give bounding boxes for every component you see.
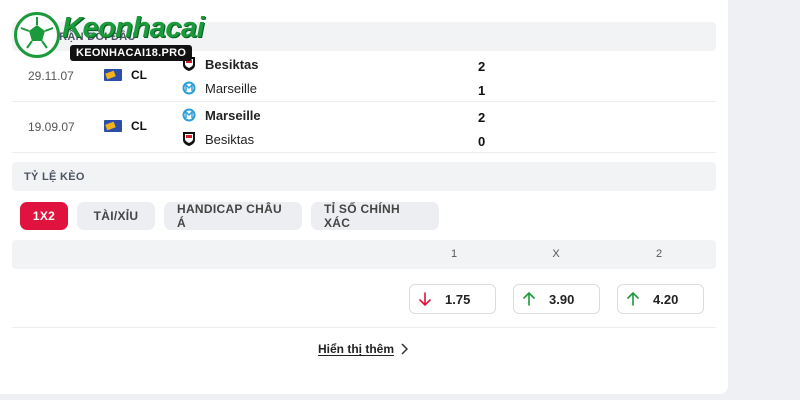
champions-league-flag-icon (104, 120, 122, 132)
away-score: 0 (478, 134, 486, 149)
home-team-name: Besiktas (205, 56, 259, 72)
away-score: 1 (478, 83, 486, 98)
soccer-ball-icon (14, 12, 60, 58)
home-team: Besiktas (182, 56, 258, 72)
besiktas-crest-icon (183, 132, 195, 146)
away-team-name: Besiktas (205, 131, 255, 147)
tab-ti-so-chinh-xac[interactable]: TỈ SỐ CHÍNH XÁC (311, 202, 439, 230)
home-team: Marseille (182, 107, 261, 123)
arrow-down-icon (419, 292, 431, 307)
odds-header-row: 1 X 2 (12, 240, 716, 269)
odd-away-button[interactable]: 4.20 (617, 284, 704, 314)
odd-draw-value: 3.90 (549, 291, 575, 307)
home-team-name: Marseille (205, 107, 261, 123)
chevron-right-icon (401, 343, 409, 355)
brand-url: KEONHACAI18.PRO (70, 45, 193, 61)
home-score: 2 (478, 110, 486, 125)
odds-section-title: TỶ LỆ KÈO (24, 170, 85, 183)
odds-section-header: TỶ LỆ KÈO (12, 162, 716, 191)
match-date: 19.09.07 (28, 120, 75, 134)
show-more-label: Hiển thị thêm (318, 342, 395, 356)
match-date: 29.11.07 (28, 69, 74, 83)
match-row[interactable]: 19.09.07 CL Marseille Besiktas 2 0 (12, 103, 716, 153)
arrow-up-icon (627, 291, 639, 306)
odd-draw-button[interactable]: 3.90 (513, 284, 600, 314)
match-league: CL (131, 119, 147, 133)
away-team-name: Marseille (205, 80, 258, 96)
odds-header-2: 2 (655, 248, 663, 260)
away-team: Marseille (182, 80, 257, 96)
odds-row: 1.75 3.90 4.20 (12, 272, 716, 328)
brand-name: Keonhacai (62, 12, 205, 44)
odd-home-button[interactable]: 1.75 (409, 284, 496, 314)
tab-tai-xiu[interactable]: TÀI/XỈU (77, 202, 155, 230)
odds-header-x: X (552, 248, 560, 260)
champions-league-flag-icon (104, 69, 122, 81)
home-score: 2 (478, 59, 486, 74)
arrow-up-icon (523, 291, 535, 306)
tab-1x2[interactable]: 1X2 (20, 202, 68, 230)
tab-handicap-chau-a[interactable]: HANDICAP CHÂU Á (164, 202, 302, 230)
brand-logo: Keonhacai KEONHACAI18.PRO (14, 8, 214, 61)
odds-tabs: 1X2 TÀI/XỈU HANDICAP CHÂU Á TỈ SỐ CHÍNH … (20, 202, 439, 230)
marseille-crest-icon (182, 81, 196, 95)
away-team: Besiktas (182, 131, 254, 147)
show-more-link[interactable]: Hiển thị thêm (318, 342, 409, 356)
head-to-head-card: CÁC TRẬN ĐỐI ĐẦU 29.11.07 CL Besiktas Ma… (0, 0, 728, 394)
odd-away-value: 4.20 (653, 291, 679, 307)
odd-home-value: 1.75 (445, 291, 471, 307)
marseille-crest-icon (182, 108, 196, 122)
match-league: CL (131, 68, 147, 82)
odds-header-1: 1 (450, 248, 458, 260)
